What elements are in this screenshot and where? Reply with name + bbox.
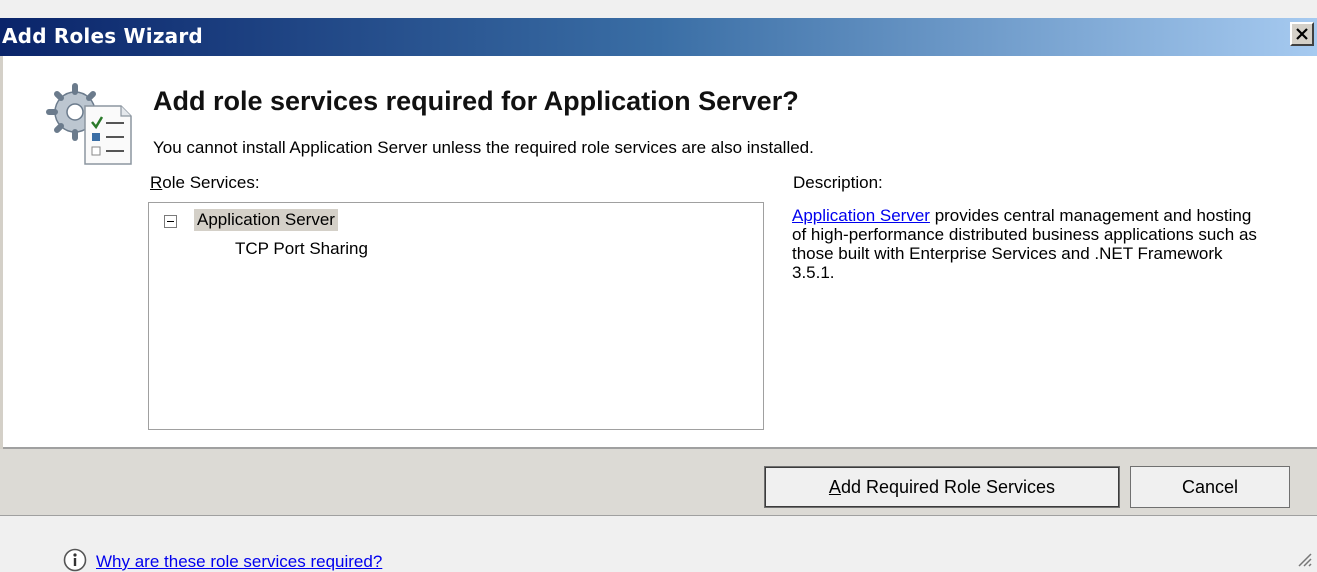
title-bar[interactable]: Add Roles Wizard bbox=[0, 18, 1317, 56]
dialog-subtitle: You cannot install Application Server un… bbox=[153, 138, 814, 157]
role-services-tree[interactable]: Application Server TCP Port Sharing bbox=[148, 202, 764, 430]
application-server-link[interactable]: Application Server bbox=[792, 206, 930, 225]
window-title: Add Roles Wizard bbox=[2, 24, 203, 48]
add-required-role-services-button[interactable]: Add Required Role Services bbox=[764, 466, 1120, 508]
why-required-help-link[interactable]: Why are these role services required? bbox=[96, 552, 382, 572]
description-label: Description: bbox=[793, 173, 883, 192]
close-icon bbox=[1296, 28, 1308, 40]
cancel-button[interactable]: Cancel bbox=[1130, 466, 1290, 508]
role-services-label-text: ole Services: bbox=[162, 173, 260, 192]
info-icon bbox=[63, 548, 87, 572]
tree-item-application-server[interactable]: Application Server bbox=[194, 209, 338, 231]
add-button-text: dd Required Role Services bbox=[840, 477, 1056, 497]
dialog-content: Add role services required for Applicati… bbox=[0, 56, 1317, 449]
tree-collapse-icon[interactable] bbox=[164, 215, 177, 228]
role-description: Application Server provides central mana… bbox=[792, 206, 1262, 282]
tree-item-tcp-port-sharing[interactable]: TCP Port Sharing bbox=[235, 239, 368, 259]
resize-grip-icon[interactable] bbox=[1295, 550, 1313, 568]
add-button-accesskey: A bbox=[828, 477, 841, 497]
role-services-label-accesskey: R bbox=[150, 173, 163, 192]
button-bar: Add Required Role Services Cancel bbox=[0, 449, 1317, 515]
dialog-heading: Add role services required for Applicati… bbox=[153, 86, 799, 116]
close-button[interactable] bbox=[1290, 22, 1314, 46]
help-footer: Why are these role services required? bbox=[0, 516, 1317, 572]
add-roles-wizard-window: Add Roles Wizard Add role services requi… bbox=[0, 0, 1317, 572]
role-services-label: Role Services: bbox=[150, 173, 260, 193]
role-services-gear-icon bbox=[46, 83, 132, 165]
